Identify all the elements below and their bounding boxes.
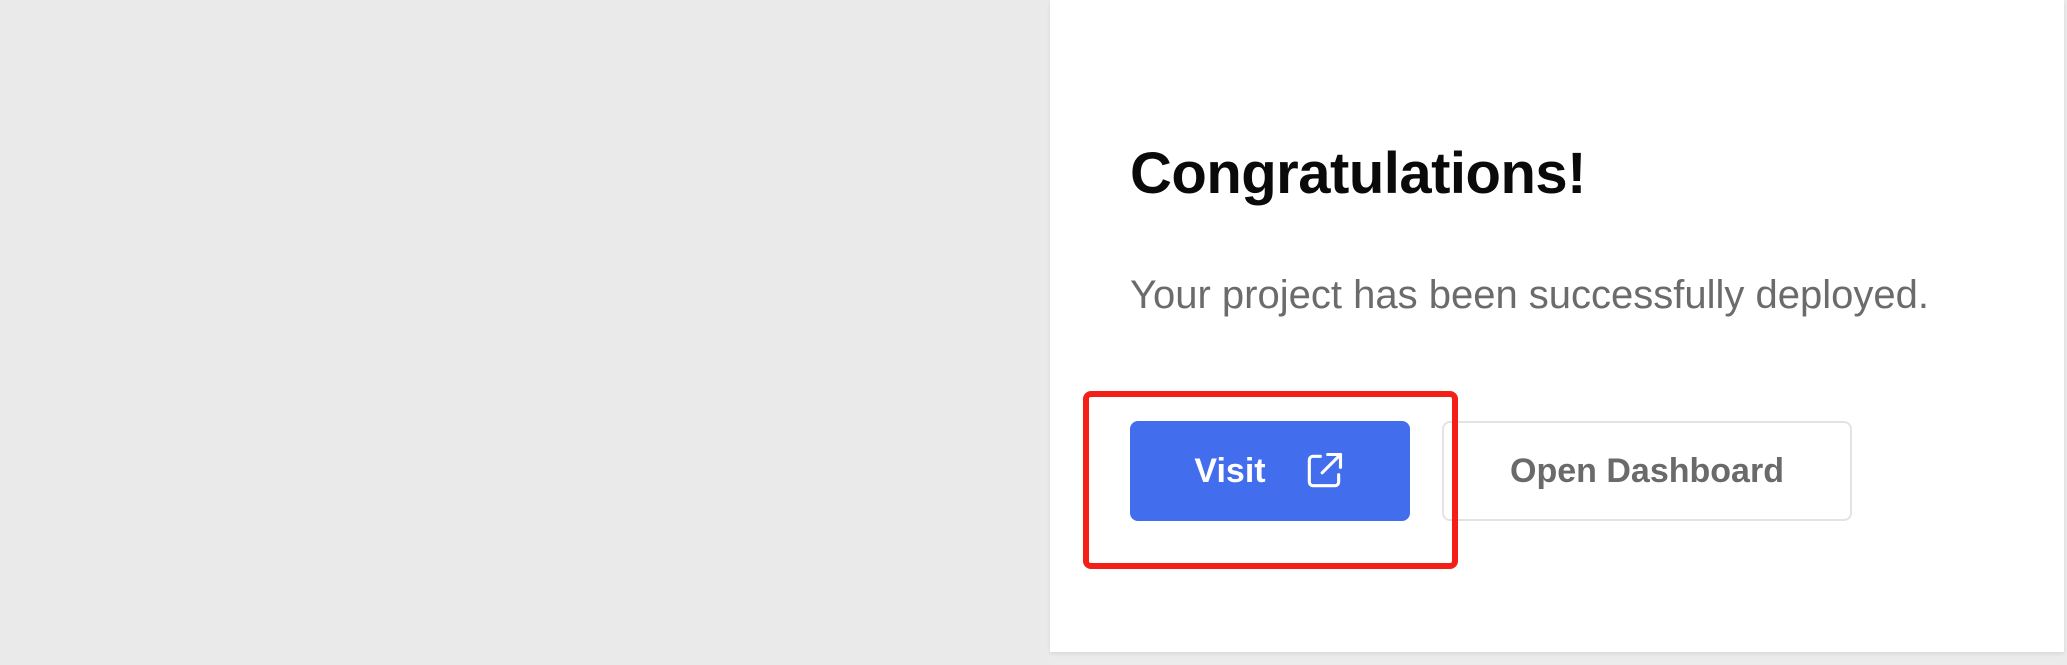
visit-button-label: Visit	[1194, 451, 1266, 490]
open-dashboard-button[interactable]: Open Dashboard	[1442, 421, 1852, 521]
page-title: Congratulations!	[1130, 141, 1586, 206]
deploy-success-card: Congratulations! Your project has been s…	[1050, 0, 2064, 652]
left-panel	[0, 0, 1050, 665]
visit-button[interactable]: Visit	[1130, 421, 1410, 521]
external-link-icon	[1302, 449, 1346, 493]
open-dashboard-label: Open Dashboard	[1510, 451, 1784, 490]
success-message: Your project has been successfully deplo…	[1130, 273, 1930, 317]
screen: Congratulations! Your project has been s…	[0, 0, 2067, 665]
